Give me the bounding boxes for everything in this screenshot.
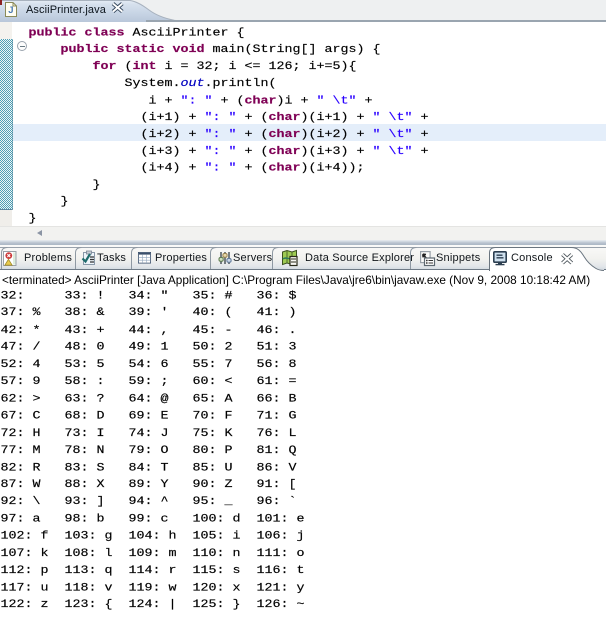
svg-text:J: J [8,5,13,16]
